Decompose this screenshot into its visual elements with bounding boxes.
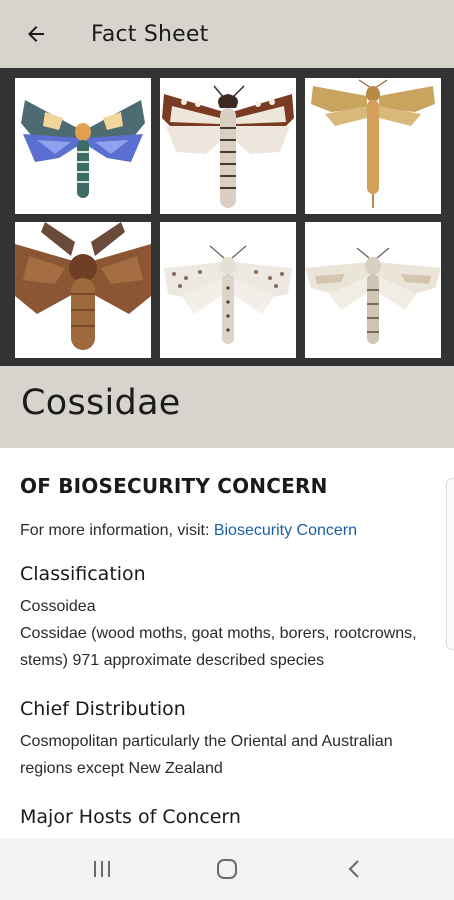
- biosecurity-concern-link[interactable]: Biosecurity Concern: [214, 522, 357, 539]
- classification-body: Cossoidea Cossidae (wood moths, goat mot…: [20, 593, 434, 674]
- species-title: Cossidae: [21, 383, 181, 423]
- app-bar: Fact Sheet: [0, 0, 454, 68]
- classification-family: Cossidae (wood moths, goat moths, borers…: [20, 625, 417, 669]
- more-info-line: For more information, visit: Biosecurity…: [20, 522, 434, 540]
- fact-sheet-content[interactable]: OF BIOSECURITY CONCERN For more informat…: [0, 448, 454, 838]
- species-header: Cossidae: [0, 366, 454, 448]
- distribution-heading: Chief Distribution: [20, 698, 186, 720]
- recent-apps-icon: [94, 861, 110, 877]
- home-button[interactable]: [182, 838, 272, 900]
- hosts-heading: Major Hosts of Concern: [20, 806, 241, 828]
- back-chevron-icon: [348, 860, 359, 878]
- classification-superfamily: Cossoidea: [20, 598, 96, 615]
- moth-image-4[interactable]: [15, 222, 151, 358]
- back-button[interactable]: [0, 0, 72, 68]
- scroll-edge-indicator: [446, 478, 454, 650]
- arrow-left-icon: [28, 26, 44, 42]
- distribution-body: Cosmopolitan particularly the Oriental a…: [20, 733, 393, 777]
- page-title: Fact Sheet: [91, 21, 209, 47]
- moth-image-2[interactable]: [160, 78, 296, 214]
- moth-image-1[interactable]: [15, 78, 151, 214]
- system-back-button[interactable]: [310, 838, 400, 900]
- moth-image-6[interactable]: [305, 222, 441, 358]
- home-icon: [217, 859, 237, 879]
- recent-apps-button[interactable]: [57, 838, 147, 900]
- moth-image-5[interactable]: [160, 222, 296, 358]
- classification-heading: Classification: [20, 563, 146, 585]
- image-gallery: [0, 68, 454, 366]
- moth-image-3[interactable]: [305, 78, 441, 214]
- system-nav-bar: [0, 838, 454, 900]
- more-info-prefix: For more information, visit:: [20, 522, 214, 539]
- concern-heading: OF BIOSECURITY CONCERN: [20, 474, 328, 498]
